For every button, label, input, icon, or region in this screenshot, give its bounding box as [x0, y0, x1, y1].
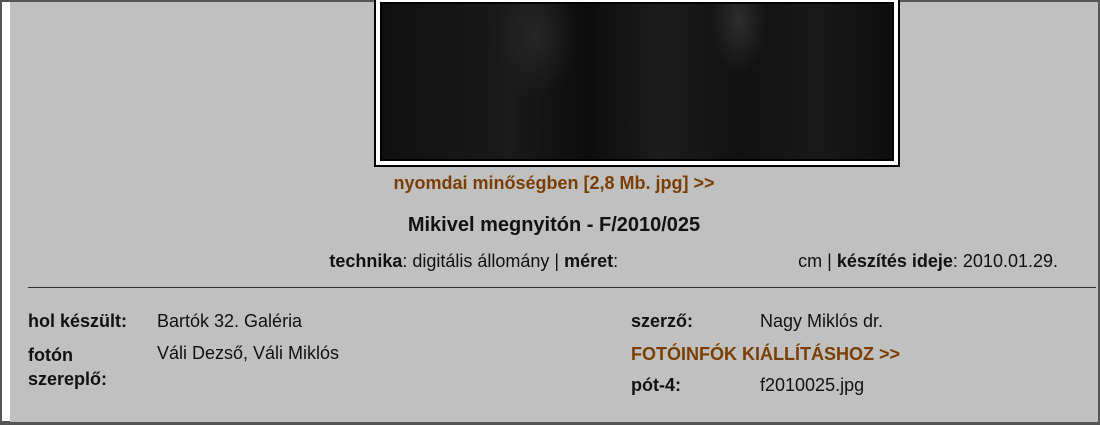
pot-4-value: f2010025.jpg	[760, 375, 865, 395]
foton-szereplo-value: Váli Dezső, Váli Miklós	[157, 343, 340, 363]
szerzo-label: szerző:	[631, 311, 694, 331]
meret-value: :	[613, 251, 619, 271]
technika-label: technika	[329, 251, 403, 271]
photo-meta-line: technika: digitális állomány | méret: cm …	[329, 251, 1058, 272]
hol-keszult-value: Bartók 32. Galéria	[157, 311, 303, 331]
photo-image[interactable]	[380, 2, 894, 161]
photo-title: Mikivel megnyitón - F/2010/025	[407, 214, 701, 236]
photo-frame	[374, 0, 900, 167]
photo-detail-panel: nyomdai minőségben [2,8 Mb. jpg] >> Miki…	[10, 0, 1098, 422]
hol-keszult-label: hol készült:	[28, 311, 128, 331]
page-frame: nyomdai minőségben [2,8 Mb. jpg] >> Miki…	[0, 0, 1100, 425]
fotoinfo-exhibition-link[interactable]: FOTÓINFÓK KIÁLLÍTÁSHOZ >>	[631, 344, 900, 365]
print-quality-download-link[interactable]: nyomdai minőségben [2,8 Mb. jpg] >>	[10, 173, 1098, 194]
szerzo-value: Nagy Miklós dr.	[760, 311, 884, 331]
foton-szereplo-label: fotón szereplő:	[28, 345, 108, 389]
meret-label: méret	[564, 251, 614, 271]
keszites-label: készítés ideje	[836, 251, 953, 271]
cm-separator: cm |	[798, 251, 837, 271]
keszites-value: : 2010.01.29.	[952, 251, 1058, 271]
technika-value: : digitális állomány |	[402, 251, 565, 271]
divider	[28, 287, 1096, 288]
pot-4-label: pót-4:	[631, 375, 681, 395]
